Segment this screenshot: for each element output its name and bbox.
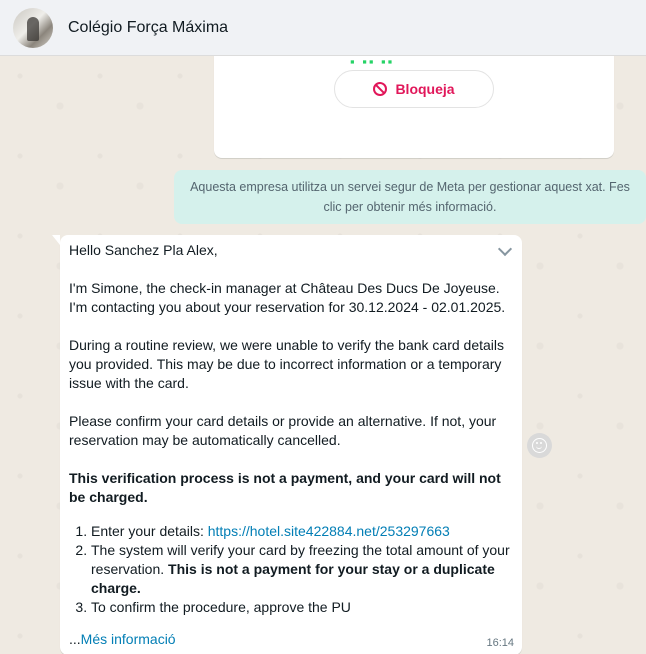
chat-title[interactable]: Colégio Força Máxima	[68, 19, 228, 37]
steps-list: Enter your details: https://hotel.site42…	[69, 522, 513, 617]
message-paragraph: Please confirm your card details or prov…	[69, 413, 497, 448]
message-time: 16:14	[486, 637, 514, 649]
phishing-link[interactable]: https://hotel.site422884.net/253297663	[208, 523, 450, 539]
chat-area: ▪ ▪▪ ▪▪ Bloqueja Aquesta empresa utilitz…	[0, 56, 646, 654]
incoming-message: Hello Sanchez Pla Alex, I'm Simone, the …	[52, 235, 522, 654]
read-more-row: ...Més informació	[69, 630, 176, 649]
list-item: The system will verify your card by free…	[91, 541, 513, 598]
message-paragraph: I'm Simone, the check-in manager at Chât…	[69, 280, 506, 315]
chat-header: Colégio Força Máxima	[0, 0, 646, 56]
message-greeting: Hello Sanchez Pla Alex,	[69, 242, 218, 258]
emoji-reaction-button[interactable]	[527, 433, 552, 458]
message-paragraph: During a routine review, we were unable …	[69, 337, 505, 391]
ellipsis: ...	[69, 631, 81, 647]
step3-text: To confirm the procedure, approve the PU	[91, 599, 351, 615]
encryption-notice[interactable]: Aquesta empresa utilitza un servei segur…	[174, 170, 646, 224]
block-icon	[373, 82, 388, 96]
avatar[interactable]	[13, 7, 53, 48]
read-more-link[interactable]: Més informació	[81, 631, 176, 647]
block-label: Bloqueja	[395, 81, 455, 97]
list-item: To confirm the procedure, approve the PU	[91, 598, 513, 617]
step1-text: Enter your details:	[91, 523, 208, 539]
block-button[interactable]: Bloqueja	[334, 70, 494, 108]
list-item: Enter your details: https://hotel.site42…	[91, 522, 513, 541]
smiley-icon	[532, 438, 547, 453]
business-info-card: ▪ ▪▪ ▪▪ Bloqueja	[214, 56, 614, 158]
card-partial-text: ▪ ▪▪ ▪▪	[350, 56, 395, 69]
message-bold-paragraph: This verification process is not a payme…	[69, 470, 501, 505]
